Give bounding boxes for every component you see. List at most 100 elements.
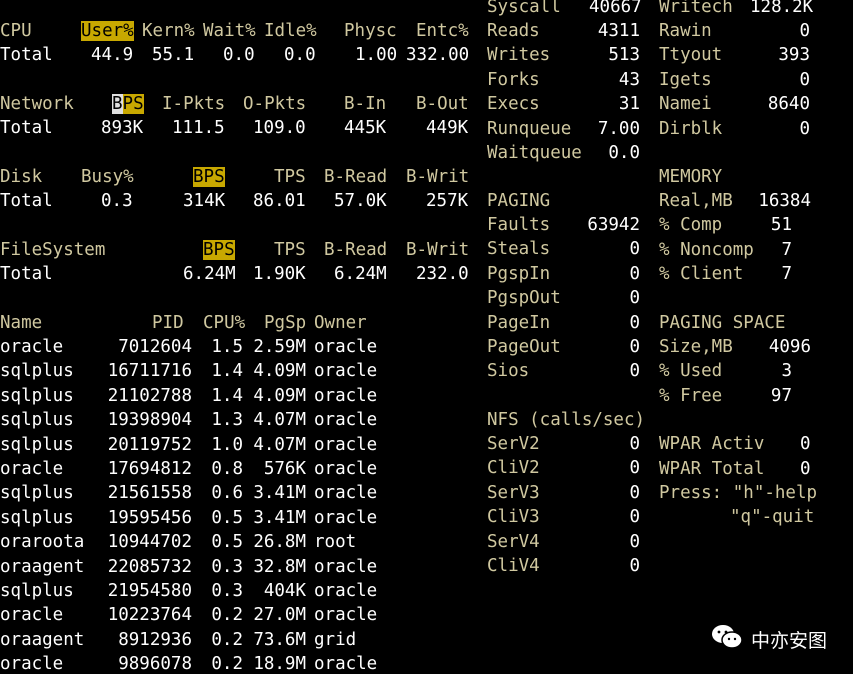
process-name: oraagent bbox=[0, 629, 85, 650]
disk-header-busy[interactable]: Busy% bbox=[81, 167, 134, 187]
nfs-stat-label: CliV3 bbox=[487, 507, 540, 528]
process-header-pgsp[interactable]: PgSp bbox=[264, 313, 306, 333]
paging-space-title: PAGING SPACE bbox=[659, 313, 786, 333]
process-cpu: 1.0 bbox=[211, 434, 243, 455]
process-pgsp: 18.9M bbox=[253, 654, 306, 674]
cpu-header-idle[interactable]: Idle% bbox=[264, 21, 317, 41]
cpu-total-label: Total bbox=[0, 45, 53, 65]
memory-stat-value: 7 bbox=[781, 264, 792, 285]
process-cpu: 1.5 bbox=[211, 337, 243, 357]
process-header-pid[interactable]: PID bbox=[152, 313, 184, 333]
sys-stat-value: 393 bbox=[778, 45, 810, 66]
network-header-opkts[interactable]: O-Pkts bbox=[243, 94, 306, 114]
filesystem-header-bread[interactable]: B-Read bbox=[324, 240, 387, 260]
disk-bps-value: 314K bbox=[183, 191, 226, 211]
process-pid: 19398904 bbox=[107, 410, 192, 431]
filesystem-header-tps[interactable]: TPS bbox=[274, 240, 306, 260]
process-name: sqlplus bbox=[0, 410, 74, 431]
wpar-total-label: WPAR Total bbox=[659, 459, 765, 479]
nfs-stat-value: 0 bbox=[629, 482, 640, 503]
nfs-stat-label: CliV2 bbox=[487, 458, 540, 479]
process-name: oracle bbox=[0, 337, 64, 357]
process-pgsp: 4.09M bbox=[253, 385, 306, 406]
network-header-ipkts[interactable]: I-Pkts bbox=[162, 94, 225, 114]
nfs-stat-label: SerV4 bbox=[487, 531, 540, 552]
paging-space-stat-value: 3 bbox=[781, 361, 792, 382]
cpu-header-label: CPU bbox=[0, 21, 32, 41]
cpu-header-wait[interactable]: Wait% bbox=[203, 21, 256, 41]
process-owner: oracle bbox=[314, 483, 378, 504]
paging-space-stat-label: % Free bbox=[659, 385, 723, 406]
process-name: sqlplus bbox=[0, 385, 74, 406]
process-pgsp: 576K bbox=[263, 459, 306, 479]
disk-header-bps-sorted[interactable]: BPS bbox=[193, 167, 225, 187]
disk-header-bwrit[interactable]: B-Writ bbox=[406, 167, 469, 187]
process-name: sqlplus bbox=[0, 434, 74, 455]
paging-space-stat-value: 97 bbox=[770, 385, 792, 406]
process-pgsp: 32.8M bbox=[253, 556, 306, 577]
process-header-cpu[interactable]: CPU% bbox=[203, 313, 245, 333]
disk-busy-value: 0.3 bbox=[101, 191, 133, 211]
sys-stat-value: 513 bbox=[608, 45, 640, 66]
sys-stat-value: 8640 bbox=[767, 94, 810, 115]
process-name: oraagent bbox=[0, 556, 85, 577]
filesystem-header-bps-sorted[interactable]: BPS bbox=[203, 240, 235, 260]
nfs-title: NFS (calls/sec) bbox=[487, 410, 646, 430]
disk-header-label: Disk bbox=[0, 167, 43, 187]
network-header-bps[interactable]: BPS bbox=[112, 94, 144, 114]
disk-header-bread[interactable]: B-Read bbox=[324, 167, 387, 187]
paging-stat-label: PageIn bbox=[487, 312, 551, 333]
cpu-header-kern[interactable]: Kern% bbox=[142, 21, 195, 41]
nfs-stat-value: 0 bbox=[629, 531, 640, 552]
cpu-header-user-sorted[interactable]: User% bbox=[81, 21, 134, 41]
memory-stat-label: Real,MB bbox=[659, 191, 733, 211]
paging-stat-value: 0 bbox=[629, 263, 640, 284]
paging-space-stat-label: Size,MB bbox=[659, 337, 733, 357]
paging-stat-value: 0 bbox=[629, 337, 640, 357]
wpar-total-value: 0 bbox=[800, 459, 811, 479]
process-pid: 9896078 bbox=[118, 654, 192, 674]
network-header-bout[interactable]: B-Out bbox=[416, 94, 469, 114]
memory-stat-label: % Comp bbox=[659, 215, 723, 236]
network-header-bin[interactable]: B-In bbox=[344, 94, 386, 114]
process-pgsp: 73.6M bbox=[253, 629, 306, 650]
memory-title: MEMORY bbox=[659, 167, 723, 187]
process-header-owner[interactable]: Owner bbox=[314, 313, 367, 333]
cpu-header-entc[interactable]: Entc% bbox=[416, 21, 469, 41]
process-cpu: 1.3 bbox=[211, 410, 243, 431]
wpar-activ-label: WPAR Activ bbox=[659, 434, 765, 454]
sys-stat-value: 0.0 bbox=[608, 143, 640, 163]
process-owner: oracle bbox=[314, 556, 378, 577]
filesystem-header-bwrit[interactable]: B-Writ bbox=[406, 240, 469, 260]
process-cpu: 1.4 bbox=[211, 361, 243, 382]
sys-stat-label: Igets bbox=[659, 69, 712, 90]
nfs-stat-value: 0 bbox=[629, 458, 640, 479]
quit-hint: "q"-quit bbox=[730, 507, 815, 527]
process-owner: oracle bbox=[314, 434, 378, 455]
paging-space-stat-label: % Used bbox=[659, 361, 723, 382]
process-pgsp: 4.09M bbox=[253, 361, 306, 382]
cpu-header-physc[interactable]: Physc bbox=[344, 21, 397, 41]
paging-stat-value: 0 bbox=[629, 312, 640, 333]
process-owner: grid bbox=[314, 629, 357, 650]
disk-bread-value: 57.0K bbox=[334, 191, 387, 211]
paging-stat-value: 0 bbox=[629, 239, 640, 260]
paging-stat-label: PageOut bbox=[487, 337, 561, 357]
filesystem-bwrit-value: 232.0 bbox=[416, 264, 469, 284]
process-pid: 16711716 bbox=[107, 361, 192, 382]
process-owner: oracle bbox=[314, 337, 378, 357]
network-ipkts-value: 111.5 bbox=[172, 118, 225, 138]
filesystem-bread-value: 6.24M bbox=[334, 264, 387, 284]
process-name: sqlplus bbox=[0, 483, 74, 504]
paging-stat-label: Sios bbox=[487, 361, 530, 382]
process-cpu: 0.5 bbox=[211, 507, 243, 528]
process-header-name[interactable]: Name bbox=[0, 313, 42, 333]
paging-stat-label: Faults bbox=[487, 215, 551, 235]
disk-tps-value: 86.01 bbox=[253, 191, 306, 211]
process-pgsp: 3.41M bbox=[253, 483, 306, 504]
disk-header-tps[interactable]: TPS bbox=[274, 167, 306, 187]
sys-stat-label: Reads bbox=[487, 21, 540, 41]
process-pid: 7012604 bbox=[118, 337, 192, 357]
sys-stat-label: Writes bbox=[487, 45, 551, 66]
process-pid: 10944702 bbox=[107, 532, 192, 553]
